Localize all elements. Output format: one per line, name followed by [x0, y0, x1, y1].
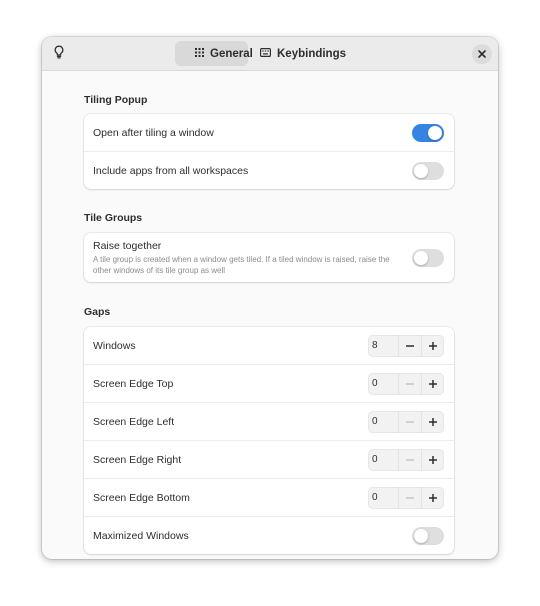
spin-value[interactable]: 0 [368, 416, 398, 427]
view-switcher: General Keybindings [175, 41, 356, 66]
tab-general[interactable]: General [175, 41, 253, 66]
row-label: Include apps from all workspaces [93, 164, 249, 177]
row-gap-bottom: Screen Edge Bottom 0 [84, 479, 454, 517]
decrement-button[interactable] [398, 410, 421, 433]
open-after-tiling-switch[interactable] [412, 123, 444, 142]
tiling-popup-card: Open after tiling a window Include apps … [84, 114, 454, 189]
row-label: Screen Edge Left [93, 415, 175, 428]
row-label: Open after tiling a window [93, 126, 214, 139]
minus-icon [406, 458, 414, 461]
increment-button[interactable] [421, 334, 444, 357]
spin-value[interactable]: 8 [368, 340, 398, 351]
raise-together-switch[interactable] [412, 248, 444, 267]
row-label: Raise together [93, 239, 162, 252]
plus-icon [429, 379, 437, 388]
spin-value[interactable]: 0 [368, 454, 398, 465]
row-label: Screen Edge Bottom [93, 491, 190, 504]
row-label: Windows [93, 339, 136, 352]
spin-value[interactable]: 0 [368, 378, 398, 389]
tab-label: General [210, 47, 253, 60]
minus-icon [406, 382, 414, 385]
increment-button[interactable] [421, 372, 444, 395]
spin-value[interactable]: 0 [368, 492, 398, 503]
decrement-button[interactable] [398, 372, 421, 395]
section-title-tiling-popup: Tiling Popup [84, 94, 148, 106]
row-maximized-windows[interactable]: Maximized Windows [84, 517, 454, 554]
grid-icon [195, 47, 204, 60]
decrement-button[interactable] [398, 486, 421, 509]
row-open-after-tiling[interactable]: Open after tiling a window [84, 114, 454, 152]
screen-edge-right-spinbutton[interactable]: 0 [368, 448, 444, 471]
row-raise-together[interactable]: Raise together A tile group is created w… [84, 233, 454, 282]
row-label: Screen Edge Right [93, 453, 182, 466]
screen-edge-left-spinbutton[interactable]: 0 [368, 410, 444, 433]
row-gap-right: Screen Edge Right 0 [84, 441, 454, 479]
row-include-all-workspaces[interactable]: Include apps from all workspaces [84, 152, 454, 189]
switch-knob [414, 250, 428, 265]
tab-label: Keybindings [277, 47, 347, 60]
minus-icon [406, 420, 414, 423]
plus-icon [429, 493, 437, 502]
plus-icon [429, 455, 437, 464]
decrement-button[interactable] [398, 334, 421, 357]
screen-edge-top-spinbutton[interactable]: 0 [368, 372, 444, 395]
close-icon [478, 45, 486, 63]
close-button[interactable] [472, 44, 492, 64]
row-gap-windows: Windows 8 [84, 327, 454, 365]
tile-groups-card: Raise together A tile group is created w… [84, 233, 454, 282]
header-bar: General Keybindings [42, 37, 498, 71]
row-gap-top: Screen Edge Top 0 [84, 365, 454, 403]
row-text: Raise together A tile group is created w… [93, 240, 412, 276]
switch-knob [428, 125, 442, 140]
increment-button[interactable] [421, 448, 444, 471]
row-label: Screen Edge Top [93, 377, 174, 390]
screen-edge-bottom-spinbutton[interactable]: 0 [368, 486, 444, 509]
tips-button[interactable] [49, 44, 69, 64]
row-gap-left: Screen Edge Left 0 [84, 403, 454, 441]
row-subtitle: A tile group is created when a window ge… [93, 254, 390, 275]
gaps-card: Windows 8 Screen Edge Top 0 Screen Edge … [84, 327, 454, 554]
section-title-gaps: Gaps [84, 306, 111, 318]
increment-button[interactable] [421, 486, 444, 509]
windows-gap-spinbutton[interactable]: 8 [368, 334, 444, 357]
section-title-tile-groups: Tile Groups [84, 212, 143, 224]
preferences-window: General Keybindings Tiling Popup Open af… [42, 37, 498, 559]
tab-keybindings[interactable]: Keybindings [250, 41, 356, 66]
plus-icon [429, 417, 437, 426]
maximized-windows-switch[interactable] [412, 526, 444, 545]
increment-button[interactable] [421, 410, 444, 433]
minus-icon [406, 344, 414, 347]
switch-knob [414, 163, 428, 178]
keyboard-icon [260, 47, 272, 60]
row-label: Maximized Windows [93, 529, 189, 542]
decrement-button[interactable] [398, 448, 421, 471]
switch-knob [414, 528, 428, 543]
lightbulb-icon [53, 45, 65, 64]
minus-icon [406, 496, 414, 499]
plus-icon [429, 341, 437, 350]
include-all-workspaces-switch[interactable] [412, 161, 444, 180]
